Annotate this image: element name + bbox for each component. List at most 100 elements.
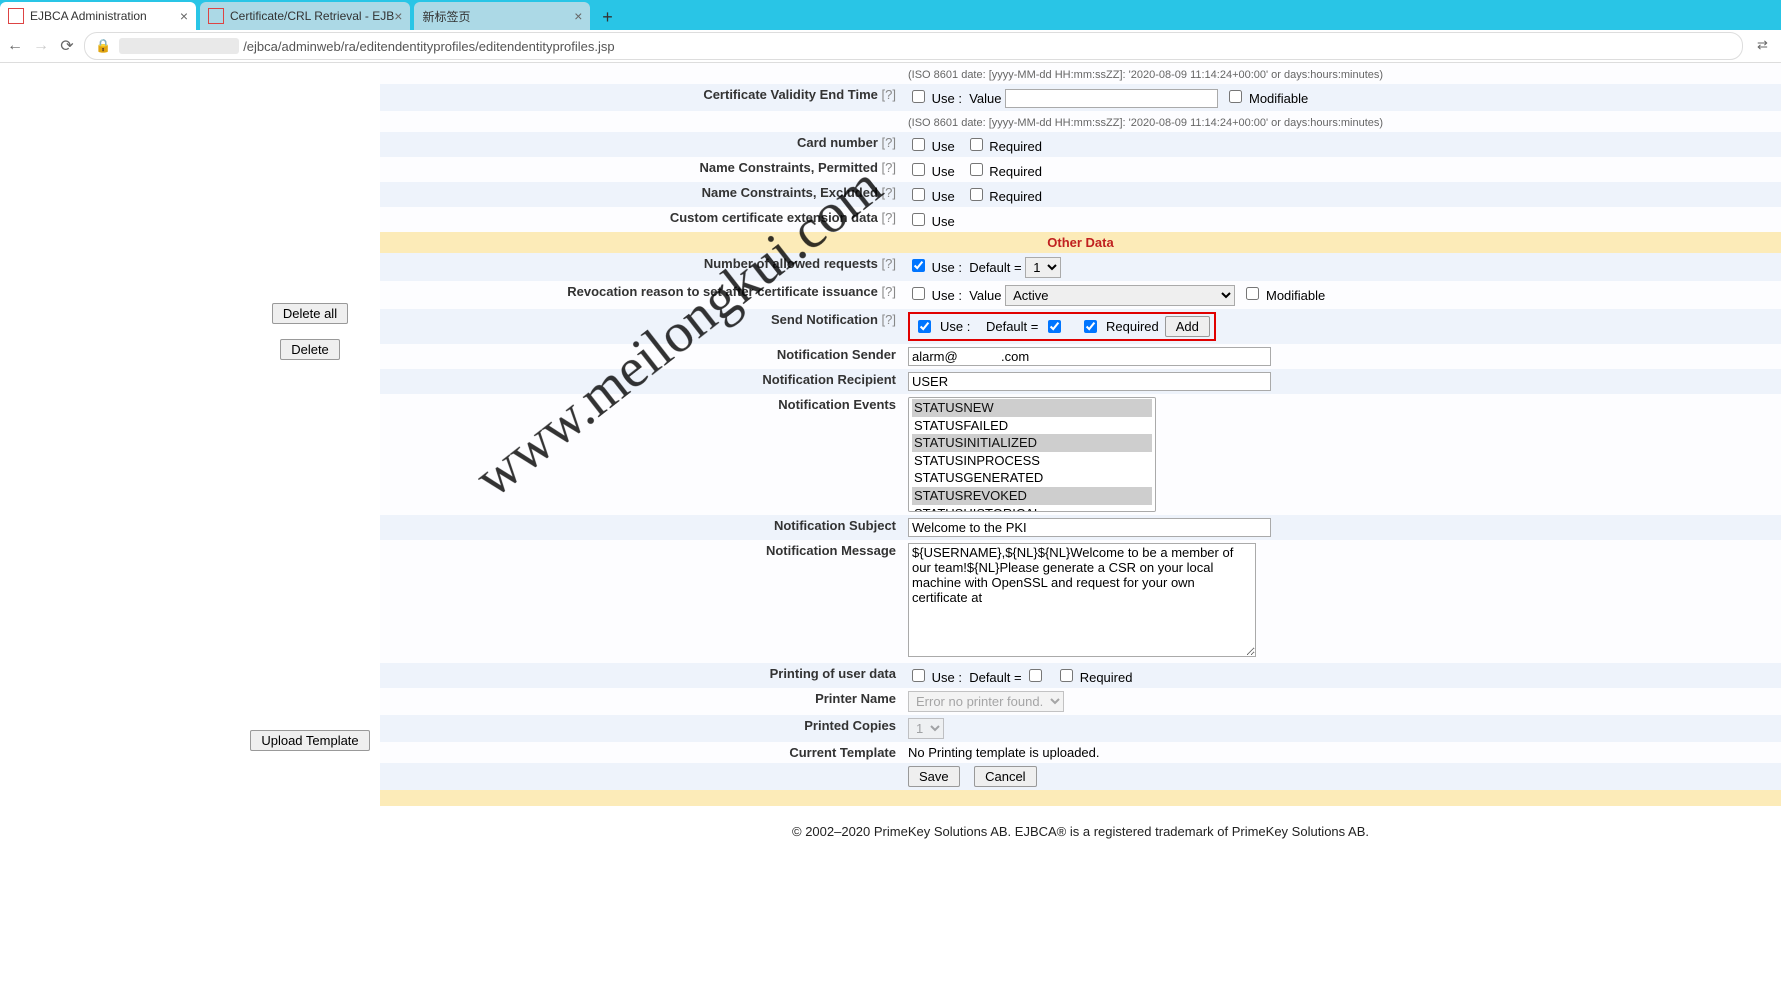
label-printed-copies: Printed Copies	[804, 718, 896, 733]
validity-end-input[interactable]	[1005, 89, 1218, 108]
notif-sender-input[interactable]	[908, 347, 1271, 366]
use-label: Use :	[932, 670, 962, 685]
label-notif-subject: Notification Subject	[774, 518, 896, 533]
use-checkbox[interactable]	[912, 259, 925, 272]
default-label: Default =	[986, 319, 1038, 334]
help-icon[interactable]: [?]	[882, 185, 896, 200]
add-button[interactable]: Add	[1165, 316, 1210, 337]
default-checkbox[interactable]	[1048, 320, 1061, 333]
use-label: Use	[932, 189, 955, 204]
help-icon[interactable]: [?]	[882, 160, 896, 175]
value-label: Value	[969, 91, 1001, 106]
nav-reload-icon[interactable]: ⟳	[58, 36, 76, 56]
help-icon[interactable]: [?]	[882, 87, 896, 102]
browser-tab[interactable]: 新标签页 ×	[414, 2, 590, 30]
label-num-allowed: Number of allowed requests	[704, 256, 878, 271]
address-bar[interactable]: 🔒 /ejbca/adminweb/ra/editendentityprofil…	[84, 32, 1743, 60]
use-checkbox[interactable]	[912, 138, 925, 151]
new-tab-button[interactable]: +	[594, 4, 620, 30]
label-name-excluded: Name Constraints, Excluded	[702, 185, 878, 200]
close-icon[interactable]: ×	[394, 8, 402, 24]
tab-title: Certificate/CRL Retrieval - EJB	[230, 9, 394, 23]
delete-all-button[interactable]: Delete all	[272, 303, 348, 324]
use-label: Use	[932, 139, 955, 154]
label-notif-message: Notification Message	[766, 543, 896, 558]
use-checkbox[interactable]	[912, 213, 925, 226]
browser-toolbar: ← → ⟳ 🔒 /ejbca/adminweb/ra/editendentity…	[0, 30, 1781, 63]
cancel-button[interactable]: Cancel	[974, 766, 1036, 787]
notif-message-textarea[interactable]: ${USERNAME},${NL}${NL}Welcome to be a me…	[908, 543, 1256, 657]
default-label: Default =	[969, 670, 1021, 685]
default-checkbox[interactable]	[1029, 669, 1042, 682]
help-icon[interactable]: [?]	[882, 135, 896, 150]
close-icon[interactable]: ×	[180, 8, 188, 24]
required-checkbox[interactable]	[970, 188, 983, 201]
required-label: Required	[989, 139, 1042, 154]
notif-subject-input[interactable]	[908, 518, 1271, 537]
required-checkbox[interactable]	[1060, 669, 1073, 682]
use-label: Use	[932, 214, 955, 229]
upload-template-button[interactable]: Upload Template	[250, 730, 369, 751]
close-icon[interactable]: ×	[574, 8, 582, 24]
use-checkbox[interactable]	[912, 287, 925, 300]
printed-copies-select: 1	[908, 718, 944, 739]
use-checkbox[interactable]	[912, 188, 925, 201]
help-icon[interactable]: [?]	[882, 210, 896, 225]
modifiable-label: Modifiable	[1249, 91, 1308, 106]
required-checkbox[interactable]	[970, 163, 983, 176]
help-icon[interactable]: [?]	[882, 284, 896, 299]
nav-forward-icon: →	[32, 37, 50, 55]
label-notif-events: Notification Events	[778, 397, 896, 412]
use-label: Use :	[932, 288, 962, 303]
url-path: /ejbca/adminweb/ra/editendentityprofiles…	[243, 39, 614, 54]
required-checkbox[interactable]	[970, 138, 983, 151]
printer-name-select: Error no printer found.	[908, 691, 1064, 712]
value-label: Value	[969, 288, 1001, 303]
delete-button[interactable]: Delete	[280, 339, 340, 360]
use-checkbox[interactable]	[918, 320, 931, 333]
label-notif-sender: Notification Sender	[777, 347, 896, 362]
modifiable-checkbox[interactable]	[1229, 90, 1242, 103]
save-button[interactable]: Save	[908, 766, 960, 787]
label-custom-ext: Custom certificate extension data	[670, 210, 878, 225]
use-label: Use	[932, 164, 955, 179]
notif-events-select[interactable]: STATUSNEWSTATUSFAILEDSTATUSINITIALIZEDST…	[908, 397, 1156, 512]
tab-title: 新标签页	[422, 8, 470, 25]
iso-hint: (ISO 8601 date: [yyyy-MM-dd HH:mm:ssZZ]:…	[908, 117, 1383, 129]
nav-back-icon[interactable]: ←	[6, 37, 24, 55]
num-allowed-select[interactable]: 1	[1025, 257, 1061, 278]
footer-copyright: © 2002–2020 PrimeKey Solutions AB. EJBCA…	[380, 806, 1781, 847]
notif-recipient-input[interactable]	[908, 372, 1271, 391]
required-checkbox[interactable]	[1084, 320, 1097, 333]
current-template-status: No Printing template is uploaded.	[908, 745, 1100, 760]
highlighted-notification-controls: Use : Default = Required Add	[908, 312, 1216, 341]
browser-tab-bar: EJBCA Administration × Certificate/CRL R…	[0, 0, 1781, 30]
label-card-number: Card number	[797, 135, 878, 150]
action-column: Delete all Delete Upload Template	[240, 63, 380, 847]
favicon-icon	[8, 8, 24, 24]
use-checkbox[interactable]	[912, 163, 925, 176]
revocation-select[interactable]: Active	[1005, 285, 1235, 306]
section-other-data: Other Data	[380, 232, 1781, 253]
required-label: Required	[1080, 670, 1133, 685]
label-revocation: Revocation reason to set after certifica…	[567, 284, 878, 299]
modifiable-checkbox[interactable]	[1246, 287, 1259, 300]
label-notif-recipient: Notification Recipient	[762, 372, 896, 387]
favicon-icon	[208, 8, 224, 24]
default-label: Default =	[969, 260, 1021, 275]
required-label: Required	[989, 189, 1042, 204]
label-printing: Printing of user data	[770, 666, 896, 681]
use-checkbox[interactable]	[912, 90, 925, 103]
tab-title: EJBCA Administration	[30, 9, 147, 23]
use-label: Use :	[940, 319, 970, 334]
label-cert-validity-end: Certificate Validity End Time	[703, 87, 878, 102]
browser-tab[interactable]: Certificate/CRL Retrieval - EJB ×	[200, 2, 410, 30]
browser-tab-active[interactable]: EJBCA Administration ×	[0, 2, 196, 30]
help-icon[interactable]: [?]	[882, 256, 896, 271]
use-checkbox[interactable]	[912, 669, 925, 682]
profile-form-table: (ISO 8601 date: [yyyy-MM-dd HH:mm:ssZZ]:…	[380, 63, 1781, 806]
label-current-template: Current Template	[789, 745, 896, 760]
translate-icon[interactable]: ⇄	[1757, 37, 1775, 55]
modifiable-label: Modifiable	[1266, 288, 1325, 303]
help-icon[interactable]: [?]	[882, 312, 896, 327]
